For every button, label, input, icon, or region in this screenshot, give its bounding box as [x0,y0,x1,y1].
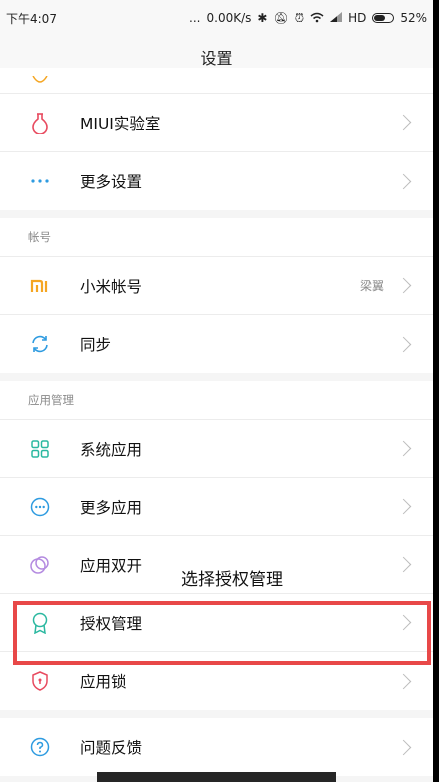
chevron-right-icon [395,498,412,515]
row-label: 更多应用 [80,498,143,517]
status-icons: ... 0.00K/s ✱ 🔕︎ ⏰︎ HD 52% [189,12,427,25]
alarm-icon: ⏰︎ [294,11,305,25]
chevron-right-icon [395,336,412,352]
status-bar: 下午4:07 ... 0.00K/s ✱ 🔕︎ ⏰︎ HD 52% [0,0,433,36]
app-lock-icon [24,671,56,691]
partial-icon [24,75,56,86]
cell-signal-icon [330,12,343,24]
chevron-right-icon [395,556,412,573]
section-title-apps: 应用管理 [0,381,433,420]
row-feedback[interactable]: 问题反馈 [0,718,433,776]
row-sync[interactable]: 同步 [0,315,433,373]
instruction-annotation: 选择授权管理 [181,570,283,590]
row-label: 更多设置 [80,173,143,191]
dual-apps-icon [24,555,56,575]
settings-screen: 下午4:07 ... 0.00K/s ✱ 🔕︎ ⏰︎ HD 52% 设置 MIU… [0,0,433,782]
chevron-right-icon [395,114,412,131]
help-icon [24,737,56,757]
account-group: 帐号 小米帐号 梁翼 同步 [0,218,433,373]
row-label: 应用锁 [80,673,127,691]
account-name: 梁翼 [359,279,384,293]
hd-label: HD [348,11,367,25]
more-dots-icon [24,178,56,184]
bottom-overlay-bar [97,772,336,782]
signal-dots: ... [189,11,201,25]
chevron-right-icon [395,739,412,755]
chevron-right-icon [395,277,412,294]
row-label: 同步 [80,336,112,354]
settings-list: MIUI实验室 更多设置 帐号 小米帐号 梁翼 同步 应用管理 系统应用 更多应… [0,68,433,776]
chevron-right-icon [395,673,412,689]
battery-percent: 52% [400,11,427,25]
flask-icon [24,112,56,134]
partial-row[interactable] [0,68,433,94]
row-more-settings[interactable]: 更多设置 [0,152,433,210]
mute-icon: 🔕︎ [273,11,289,25]
top-group: MIUI实验室 更多设置 [0,68,433,210]
help-group: 问题反馈 [0,718,433,776]
highlight-box [13,601,431,665]
row-label: MIUI实验室 [80,114,161,133]
row-miui-lab[interactable]: MIUI实验室 [0,94,433,152]
row-label: 系统应用 [80,440,143,459]
row-label: 问题反馈 [80,739,143,757]
sync-icon [24,334,56,354]
row-label: 小米帐号 [80,277,143,296]
mi-logo-icon [24,278,56,294]
section-title-account: 帐号 [0,218,433,257]
battery-icon [372,13,395,23]
grid-icon [24,439,56,458]
more-apps-icon [24,497,56,517]
chevron-right-icon [395,440,412,457]
bluetooth-icon: ✱ [257,11,268,25]
wifi-icon [310,12,324,25]
row-mi-account[interactable]: 小米帐号 梁翼 [0,257,433,315]
status-time: 下午4:07 [6,11,57,26]
row-more-apps[interactable]: 更多应用 [0,478,433,536]
row-system-apps[interactable]: 系统应用 [0,420,433,478]
chevron-right-icon [395,173,412,189]
network-speed: 0.00K/s [206,11,252,25]
